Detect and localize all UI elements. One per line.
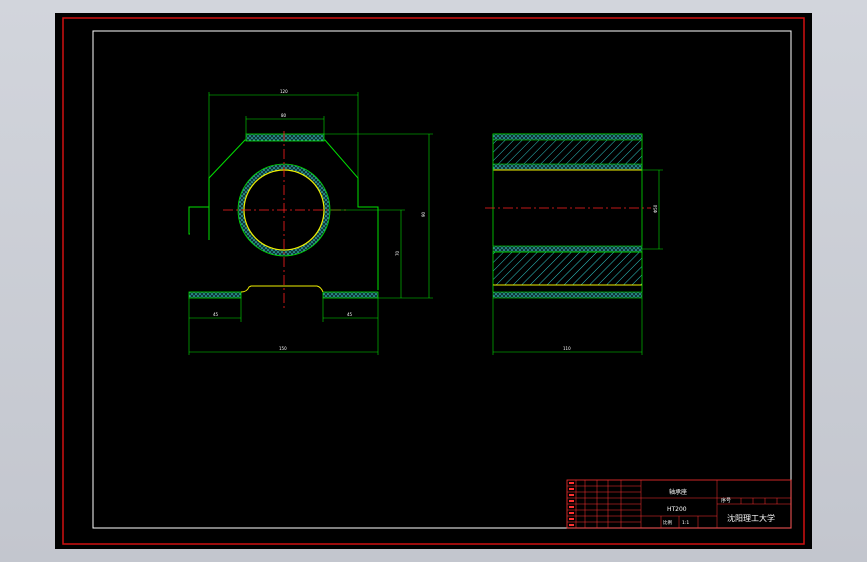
front-base-right <box>322 291 379 299</box>
dim-top-width: 120 <box>280 89 288 94</box>
dim-top-recess: 80 <box>281 113 287 118</box>
side-bottom-block <box>492 251 643 286</box>
dim-foot-right: 45 <box>347 312 353 317</box>
title-block: 轴承座 HT200 比例 1:1 序号 沈阳理工大学 <box>566 479 792 529</box>
side-bush-top <box>492 163 643 171</box>
drawing-canvas: 120 80 90 70 45 45 150 Φ50 110 轴承座 HT200… <box>62 17 805 545</box>
side-base-strip <box>492 291 643 299</box>
side-bush-bottom <box>492 245 643 253</box>
front-base-arch <box>240 285 324 293</box>
side-view: Φ50 110 <box>485 133 663 355</box>
front-top-strip <box>245 133 325 142</box>
title-scale-label: 比例 <box>663 519 672 526</box>
cad-viewport[interactable]: 120 80 90 70 45 45 150 Φ50 110 轴承座 HT200… <box>0 0 867 562</box>
dim-height-total: 90 <box>421 211 426 217</box>
title-school: 沈阳理工大学 <box>727 513 775 523</box>
title-scale-value: 1:1 <box>682 520 689 526</box>
dim-center-height: 70 <box>395 250 400 256</box>
dim-side-bore: Φ50 <box>653 204 658 213</box>
dim-side-length: 110 <box>563 346 571 351</box>
side-top-strip <box>492 133 643 141</box>
dim-base-width: 150 <box>279 346 287 351</box>
front-base-left <box>188 291 242 299</box>
drawing-border <box>92 30 792 529</box>
dim-foot-left: 45 <box>213 312 219 317</box>
title-material: HT200 <box>667 506 687 513</box>
drawing-sheet: 120 80 90 70 45 45 150 Φ50 110 轴承座 HT200… <box>55 13 812 549</box>
title-part-name: 轴承座 <box>669 488 687 496</box>
front-view: 120 80 90 70 45 45 150 <box>188 89 433 355</box>
sheet-frame <box>62 17 805 545</box>
title-sheet-label: 序号 <box>721 497 731 504</box>
